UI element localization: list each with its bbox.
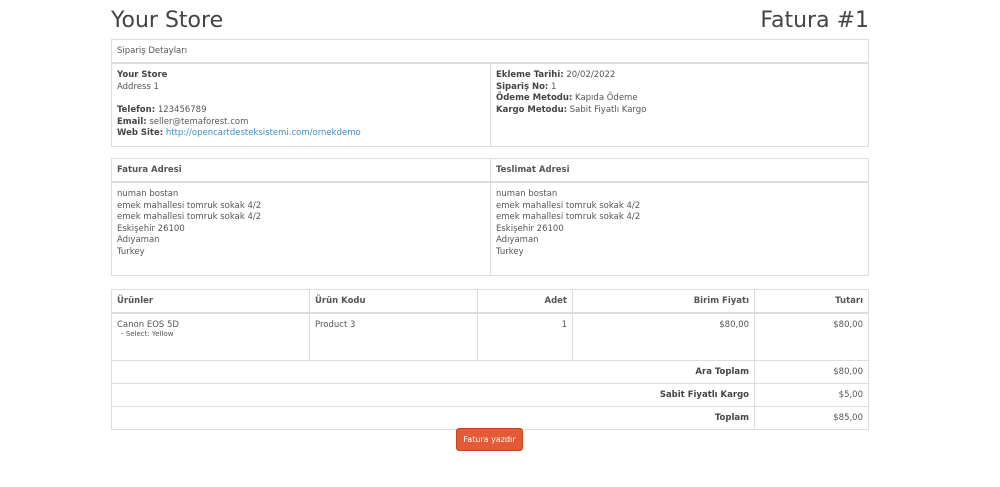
- website-link[interactable]: http://opencartdesteksistemi.com/ornekde…: [166, 128, 361, 138]
- shipping-line: Eskişehir 26100: [496, 223, 564, 234]
- date-label: Ekleme Tarihi:: [496, 70, 564, 80]
- payment-label: Ödeme Metodu:: [496, 93, 573, 104]
- billing-line: Eskişehir 26100: [117, 223, 185, 234]
- col-total: Tutarı: [754, 289, 869, 314]
- shipping-line: emek mahallesi tomruk sokak 4/2: [496, 200, 641, 211]
- product-name: Canon EOS 5D: [117, 320, 179, 330]
- grand-total-value: $85,00: [754, 406, 869, 430]
- order-details-heading: Sipariş Detayları: [111, 39, 869, 64]
- store-info-cell: Your Store Address 1 Telefon: 123456789 …: [111, 62, 491, 147]
- shipping-line: emek mahallesi tomruk sokak 4/2: [496, 212, 641, 223]
- subtotal-value: $80,00: [754, 360, 869, 384]
- order-no-label: Sipariş No:: [496, 81, 549, 92]
- shipping-label: Kargo Metodu:: [496, 104, 568, 115]
- shipping-address-heading: Teslimat Adresi: [490, 158, 869, 183]
- order-no-value: 1: [551, 81, 557, 92]
- store-title: Your Store: [111, 8, 224, 33]
- payment-value: Kapıda Ödeme: [575, 93, 638, 104]
- shipping-line: numan bostan: [496, 189, 558, 199]
- phone-value: 123456789: [157, 105, 207, 116]
- print-invoice-button[interactable]: Fatura yazdır: [456, 428, 523, 451]
- col-quantity: Adet: [477, 289, 573, 314]
- billing-line: numan bostan: [117, 189, 179, 199]
- billing-line: Adıyaman: [117, 235, 160, 246]
- billing-address-cell: numan bostan emek mahallesi tomruk sokak…: [111, 181, 491, 276]
- invoice-header: Your Store Fatura #1: [111, 0, 869, 38]
- date-value: 20/02/2022: [566, 70, 616, 80]
- product-cell: Canon EOS 5D - Select: Yellow: [111, 312, 310, 361]
- billing-address-heading: Fatura Adresi: [111, 158, 491, 183]
- order-details-table: Sipariş Detayları Your Store Address 1 T…: [111, 39, 869, 147]
- shipping-cost-row: Sabit Fiyatlı Kargo $5,00: [111, 383, 869, 407]
- email-label: Email:: [117, 116, 147, 127]
- table-row: Canon EOS 5D - Select: Yellow Product 3 …: [111, 312, 869, 361]
- invoice-title: Fatura #1: [760, 8, 869, 33]
- shipping-cost-value: $5,00: [754, 383, 869, 407]
- product-quantity: 1: [477, 312, 573, 361]
- subtotal-row: Ara Toplam $80,00: [111, 360, 869, 384]
- grand-total-label: Toplam: [714, 413, 749, 423]
- store-name: Your Store: [117, 70, 168, 80]
- email-value: seller@temaforest.com: [149, 116, 249, 127]
- col-products: Ürünler: [111, 289, 310, 314]
- product-total: $80,00: [754, 312, 869, 361]
- col-product-code: Ürün Kodu: [309, 289, 478, 314]
- shipping-line: Turkey: [496, 246, 524, 257]
- product-unit-price: $80,00: [572, 312, 755, 361]
- product-option: - Select: Yellow: [121, 330, 174, 338]
- order-meta-cell: Ekleme Tarihi: 20/02/2022 Sipariş No: 1 …: [490, 62, 869, 147]
- billing-line: emek mahallesi tomruk sokak 4/2: [117, 212, 262, 223]
- store-address: Address 1: [117, 81, 159, 92]
- products-table: Ürünler Ürün Kodu Adet Birim Fiyatı Tuta…: [111, 289, 869, 430]
- product-code: Product 3: [309, 312, 478, 361]
- col-unit-price: Birim Fiyatı: [572, 289, 755, 314]
- shipping-line: Adıyaman: [496, 235, 539, 246]
- shipping-cost-label: Sabit Fiyatlı Kargo: [659, 390, 749, 400]
- subtotal-label: Ara Toplam: [695, 367, 749, 377]
- shipping-value: Sabit Fiyatlı Kargo: [569, 104, 647, 115]
- website-label: Web Site:: [117, 128, 164, 139]
- shipping-address-cell: numan bostan emek mahallesi tomruk sokak…: [490, 181, 869, 276]
- billing-line: Turkey: [117, 246, 145, 257]
- grand-total-row: Toplam $85,00: [111, 406, 869, 430]
- billing-line: emek mahallesi tomruk sokak 4/2: [117, 200, 262, 211]
- address-table: Fatura Adresi Teslimat Adresi numan bost…: [111, 158, 869, 276]
- phone-label: Telefon:: [117, 105, 156, 116]
